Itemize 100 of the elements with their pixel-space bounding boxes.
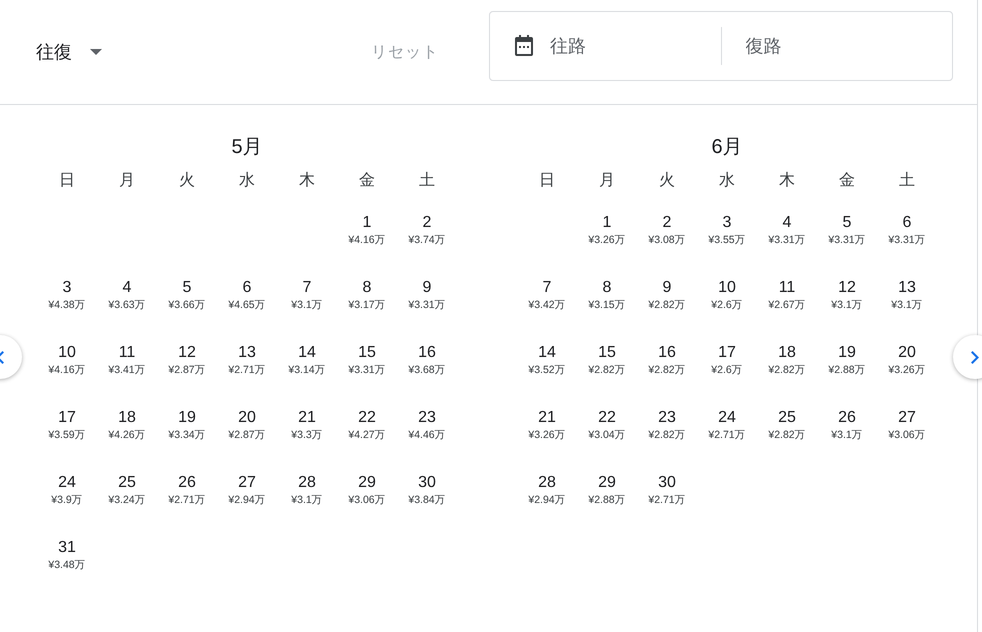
calendar-day[interactable]: 20 [238, 408, 256, 428]
calendar-day[interactable]: 9 [662, 278, 672, 298]
calendar-day[interactable]: 28 [538, 473, 556, 493]
day-price: ¥2.94万 [228, 493, 266, 507]
calendar-day[interactable]: 15 [598, 343, 616, 363]
day-price: ¥2.87万 [228, 428, 266, 442]
day-price: ¥4.46万 [408, 428, 446, 442]
calendar-day[interactable]: 8 [362, 278, 372, 298]
calendar-day[interactable]: 6 [242, 278, 252, 298]
calendar-day[interactable]: 13 [898, 278, 916, 298]
calendar-day[interactable]: 30 [418, 473, 436, 493]
calendar-day[interactable]: 27 [238, 473, 256, 493]
calendar-day[interactable]: 29 [358, 473, 376, 493]
day-price: ¥3.52万 [528, 363, 566, 377]
day-price: ¥3.06万 [348, 493, 386, 507]
calendar-day[interactable]: 2 [662, 213, 672, 233]
calendar-day[interactable]: 21 [538, 408, 556, 428]
day-price: ¥3.1万 [891, 298, 923, 312]
day-price: ¥3.3万 [291, 428, 323, 442]
day-price: ¥4.27万 [348, 428, 386, 442]
calendar-day[interactable]: 29 [598, 473, 616, 493]
calendar-day[interactable]: 2 [422, 213, 432, 233]
return-date-input[interactable]: 復路 [744, 34, 898, 58]
departure-date-input[interactable]: 往路 [548, 34, 702, 58]
calendar-day[interactable]: 25 [778, 408, 796, 428]
calendar-day[interactable]: 7 [302, 278, 312, 298]
date-range-field[interactable]: 往路 復路 [489, 11, 953, 81]
day-price: ¥3.9万 [51, 493, 83, 507]
day-price: ¥3.31万 [768, 233, 806, 247]
calendar-day[interactable]: 17 [718, 343, 736, 363]
calendar-day[interactable]: 28 [298, 473, 316, 493]
calendar-day[interactable]: 22 [598, 408, 616, 428]
calendar-day[interactable]: 5 [842, 213, 852, 233]
weekday-label: 木 [298, 170, 316, 191]
calendar-day[interactable]: 15 [358, 343, 376, 363]
day-price: ¥2.82万 [648, 363, 686, 377]
calendar-day[interactable]: 4 [122, 278, 132, 298]
calendar-day[interactable]: 14 [538, 343, 556, 363]
calendar-day[interactable]: 21 [298, 408, 316, 428]
calendar-day[interactable]: 3 [722, 213, 732, 233]
day-price: ¥2.82万 [648, 428, 686, 442]
weekday-label: 金 [358, 171, 376, 191]
day-price: ¥3.15万 [588, 298, 626, 312]
day-price: ¥3.06万 [888, 428, 926, 442]
calendar-day[interactable]: 24 [718, 408, 736, 428]
month-title: 6月 [710, 135, 744, 160]
day-price: ¥4.26万 [108, 428, 146, 442]
weekday-label: 土 [418, 170, 436, 191]
calendar-day[interactable]: 12 [178, 343, 196, 363]
dropdown-caret-icon [90, 49, 102, 55]
calendar-day[interactable]: 12 [838, 278, 856, 298]
calendar-day[interactable]: 27 [898, 408, 916, 428]
calendar-day[interactable]: 1 [602, 213, 612, 233]
calendar-day[interactable]: 6 [902, 213, 912, 233]
month-title: 5月 [230, 135, 264, 160]
calendar-day[interactable]: 13 [238, 343, 256, 363]
calendar-day[interactable]: 30 [658, 473, 676, 493]
day-price: ¥3.1万 [291, 298, 323, 312]
calendar-day[interactable]: 25 [118, 473, 136, 493]
calendar-day[interactable]: 5 [182, 278, 192, 298]
calendar-day[interactable]: 14 [298, 343, 316, 363]
calendar-day[interactable]: 9 [422, 278, 432, 298]
day-price: ¥3.14万 [288, 363, 326, 377]
day-price: ¥3.26万 [888, 363, 926, 377]
calendar-day[interactable]: 11 [118, 343, 136, 363]
calendar-day[interactable]: 4 [782, 213, 792, 233]
day-price: ¥2.71万 [648, 493, 686, 507]
calendar-day[interactable]: 17 [58, 408, 76, 428]
day-price: ¥3.66万 [168, 298, 206, 312]
calendar-day[interactable]: 18 [778, 343, 796, 363]
calendar-day[interactable]: 10 [718, 278, 736, 298]
calendar-day[interactable]: 11 [778, 278, 796, 298]
weekday-label: 月 [118, 171, 136, 191]
calendar-day[interactable]: 26 [838, 408, 856, 428]
calendar-day[interactable]: 16 [658, 343, 676, 363]
calendar-day[interactable]: 8 [602, 278, 612, 298]
calendar-day[interactable]: 7 [542, 278, 552, 298]
calendar-day[interactable]: 3 [62, 278, 72, 298]
calendar-day[interactable]: 10 [58, 343, 76, 363]
calendar-day[interactable]: 20 [898, 343, 916, 363]
calendar-day[interactable]: 18 [118, 408, 136, 428]
calendar-day[interactable]: 26 [178, 473, 196, 493]
day-price: ¥3.17万 [348, 298, 386, 312]
calendar-day[interactable]: 23 [658, 408, 676, 428]
day-price: ¥3.74万 [408, 233, 446, 247]
calendar-day[interactable]: 19 [838, 343, 856, 363]
calendar-day[interactable]: 31 [58, 538, 76, 558]
calendar-day[interactable]: 1 [362, 213, 372, 233]
day-price: ¥2.88万 [828, 363, 866, 377]
calendar-day[interactable]: 19 [178, 408, 196, 428]
trip-type-dropdown[interactable]: 往復 [24, 34, 114, 70]
calendar-day[interactable]: 22 [358, 408, 376, 428]
day-price: ¥3.42万 [528, 298, 566, 312]
calendar-day[interactable]: 16 [418, 343, 436, 363]
day-price: ¥3.55万 [708, 233, 746, 247]
calendar-day[interactable]: 23 [418, 408, 436, 428]
weekday-label: 水 [718, 170, 736, 191]
calendar-day[interactable]: 24 [58, 473, 76, 493]
day-price: ¥2.94万 [528, 493, 566, 507]
day-price: ¥3.48万 [48, 558, 86, 572]
